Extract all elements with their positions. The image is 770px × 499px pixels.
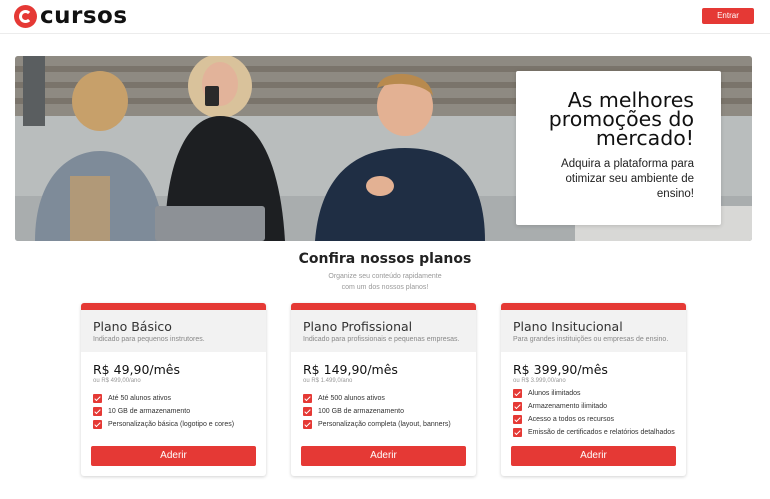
aderir-button-profissional[interactable]: Aderir [301, 446, 466, 466]
feature-item: Personalização básica (logotipo e cores) [93, 418, 266, 431]
feature-label: 100 GB de armazenamento [318, 408, 404, 415]
checkbox-icon [303, 394, 312, 403]
feature-item: Personalização completa (layout, banners… [303, 418, 476, 431]
login-button[interactable]: Entrar [702, 8, 754, 24]
logo-c-icon [14, 4, 37, 28]
feature-label: 10 GB de armazenamento [108, 408, 191, 415]
logo[interactable]: cursos [14, 4, 128, 28]
plans-subtitle-line1: Organize seu conteúdo rapidamente [328, 273, 442, 280]
checkbox-icon [93, 407, 102, 416]
promo-card: As melhores promoções do mercado! Adquir… [516, 71, 721, 225]
feature-label: Armazenamento ilimitado [528, 403, 607, 410]
feature-list: Até 50 alunos ativos 10 GB de armazename… [93, 392, 266, 431]
plan-card-basico: Plano Básico Indicado para pequenos inst… [81, 303, 266, 476]
promo-subtitle: Adquira a plataforma para otimizar seu a… [561, 158, 694, 200]
plan-header: Plano Básico Indicado para pequenos inst… [81, 310, 266, 352]
feature-label: Acesso a todos os recursos [528, 416, 614, 423]
plan-header: Plano Insitucional Para grandes institui… [501, 310, 686, 352]
checkbox-icon [513, 415, 522, 424]
plans-title: Confira nossos planos [298, 251, 472, 267]
checkbox-icon [303, 407, 312, 416]
plan-annual-price: ou R$ 3.999,00/ano [513, 378, 566, 384]
feature-item: Acesso a todos os recursos [513, 413, 686, 426]
feature-label: Personalização básica (logotipo e cores) [108, 421, 235, 428]
plan-accent-bar [501, 303, 686, 310]
plan-price: R$ 149,90/mês [303, 362, 398, 377]
plan-name: Plano Profissional [303, 319, 413, 334]
feature-item: 10 GB de armazenamento [93, 405, 266, 418]
plan-body: R$ 49,90/mês ou R$ 499,00/ano Até 50 alu… [81, 352, 266, 431]
feature-label: Personalização completa (layout, banners… [318, 421, 451, 428]
feature-item: Até 500 alunos ativos [303, 392, 476, 405]
plan-card-institucional: Plano Insitucional Para grandes institui… [501, 303, 686, 476]
feature-item: Alunos ilimitados [513, 387, 686, 400]
plan-name: Plano Básico [93, 319, 172, 334]
plan-accent-bar [291, 303, 476, 310]
logo-text: cursos [40, 3, 128, 29]
checkbox-icon [513, 389, 522, 398]
plan-description: Indicado para profissionais e pequenas e… [303, 336, 460, 343]
plan-description: Para grandes instituições ou empresas de… [513, 336, 669, 343]
feature-label: Até 50 alunos ativos [108, 395, 172, 402]
feature-item: 100 GB de armazenamento [303, 405, 476, 418]
feature-item: Até 50 alunos ativos [93, 392, 266, 405]
checkbox-icon [93, 420, 102, 429]
plan-card-profissional: Plano Profissional Indicado para profiss… [291, 303, 476, 476]
plan-header: Plano Profissional Indicado para profiss… [291, 310, 476, 352]
feature-item: Emissão de certificados e relatórios det… [513, 426, 686, 439]
plan-price: R$ 399,90/mês [513, 362, 608, 377]
plans-subtitle-line2: com um dos nossos planos! [341, 284, 429, 291]
plan-body: R$ 149,90/mês ou R$ 1.499,0/ano Até 500 … [291, 352, 476, 431]
promo-title: As melhores promoções do mercado! [548, 88, 694, 150]
feature-item: Armazenamento ilimitado [513, 400, 686, 413]
plan-annual-price: ou R$ 1.499,0/ano [303, 378, 353, 384]
checkbox-icon [513, 428, 522, 437]
plan-body: R$ 399,90/mês ou R$ 3.999,00/ano Alunos … [501, 352, 686, 439]
aderir-button-institucional[interactable]: Aderir [511, 446, 676, 466]
plan-description: Indicado para pequenos instrutores. [93, 336, 205, 343]
plan-annual-price: ou R$ 499,00/ano [93, 378, 141, 384]
aderir-button-basico[interactable]: Aderir [91, 446, 256, 466]
plan-name: Plano Insitucional [513, 319, 623, 334]
feature-label: Até 500 alunos ativos [318, 395, 385, 402]
plan-accent-bar [81, 303, 266, 310]
feature-label: Alunos ilimitados [528, 390, 581, 397]
top-navbar: cursos Entrar [0, 0, 770, 34]
feature-label: Emissão de certificados e relatórios det… [528, 429, 675, 436]
checkbox-icon [513, 402, 522, 411]
checkbox-icon [303, 420, 312, 429]
plans-heading: Confira nossos planos Organize seu conte… [0, 251, 770, 293]
plan-price: R$ 49,90/mês [93, 362, 180, 377]
feature-list: Até 500 alunos ativos 100 GB de armazena… [303, 392, 476, 431]
checkbox-icon [93, 394, 102, 403]
feature-list: Alunos ilimitados Armazenamento ilimitad… [513, 387, 686, 439]
